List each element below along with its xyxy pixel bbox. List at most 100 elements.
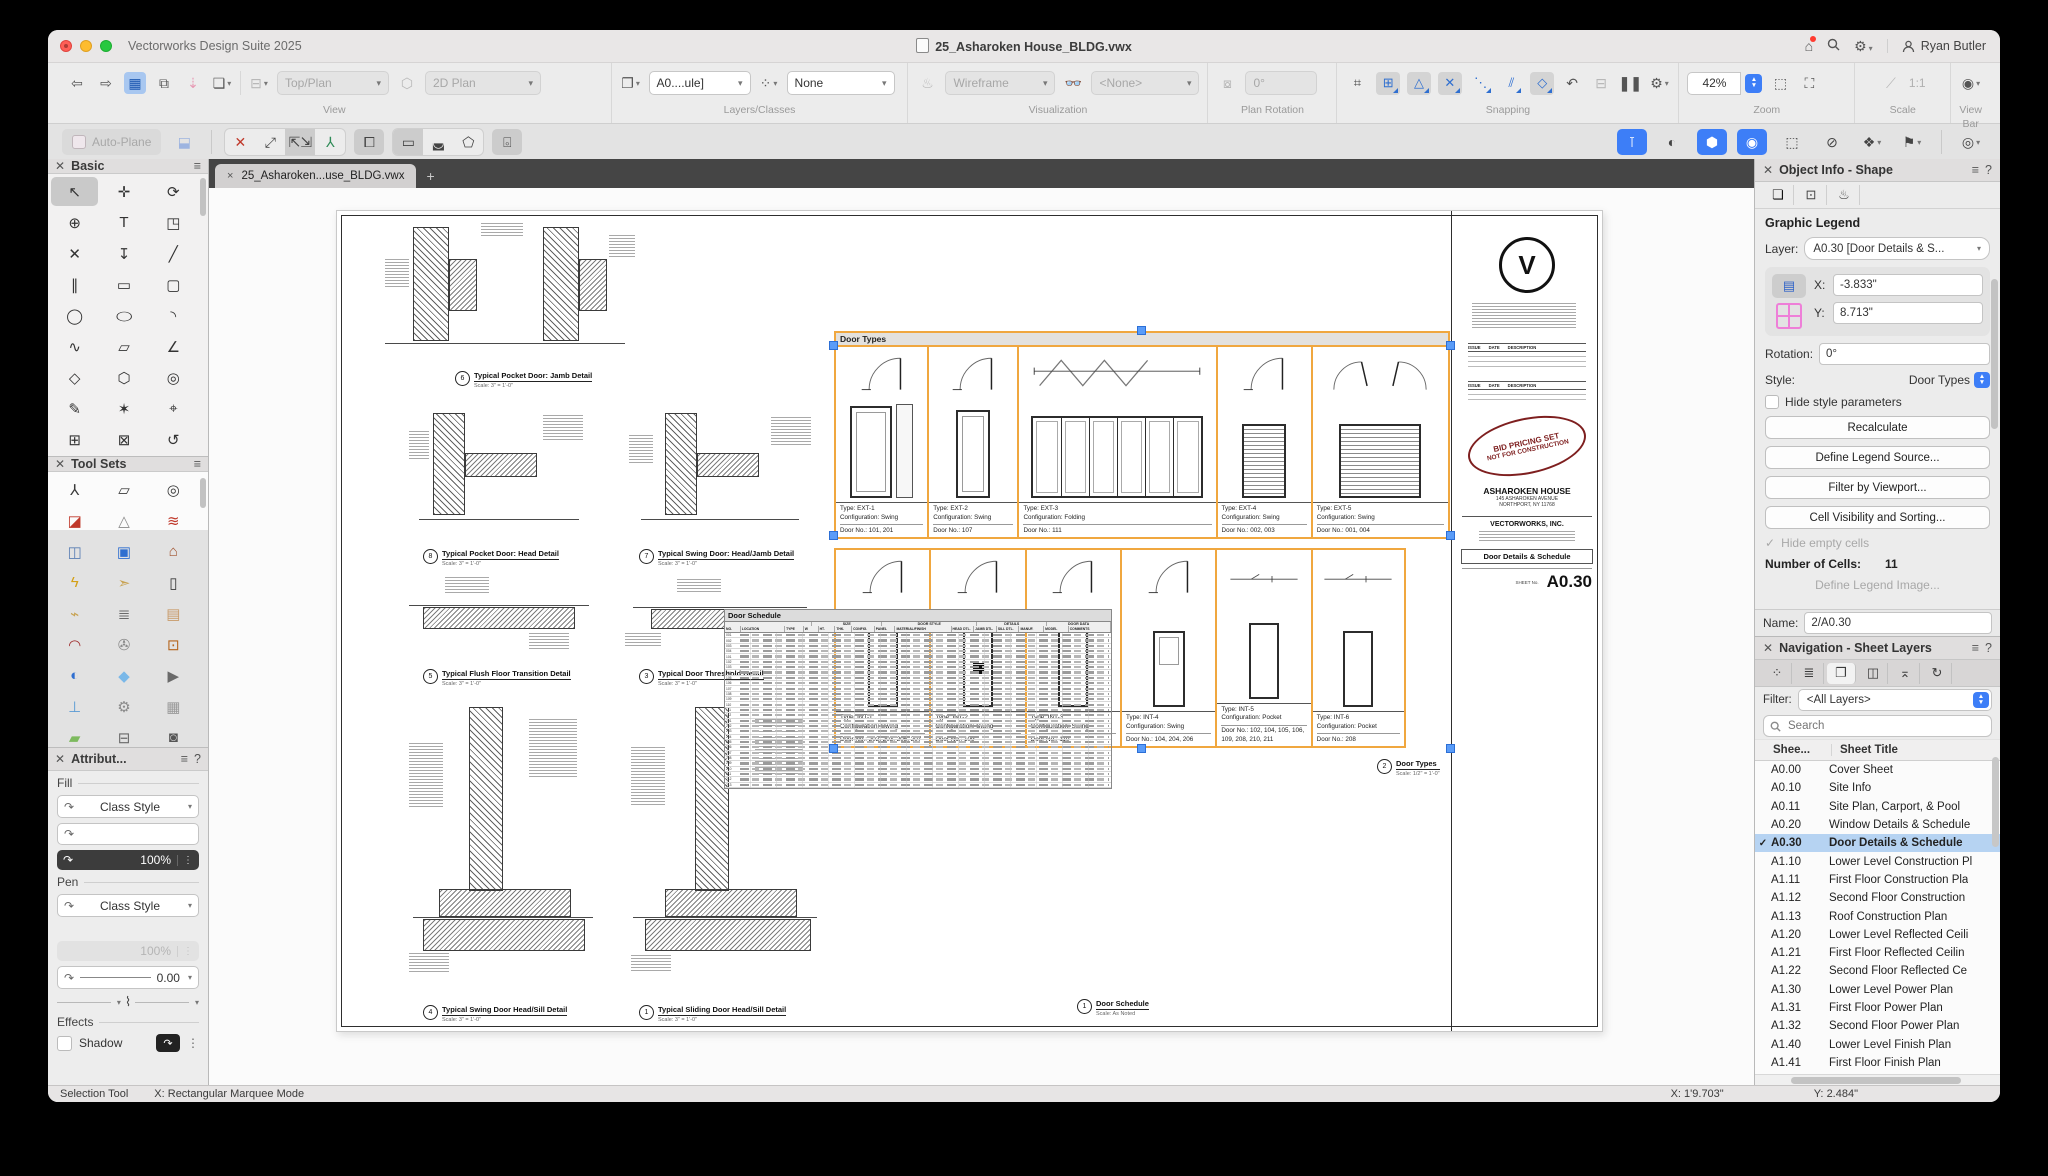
polygon-tool[interactable]: ▱ — [100, 332, 147, 361]
close-window-button[interactable] — [60, 40, 72, 52]
sheet-row-A0.00[interactable]: A0.00Cover Sheet — [1755, 761, 2000, 779]
truss-beam-tool[interactable]: ≣ — [100, 599, 147, 628]
search-icon[interactable] — [1827, 38, 1840, 54]
selection-handle[interactable] — [1446, 531, 1455, 540]
rotate-tool[interactable]: ↺ — [150, 425, 197, 454]
fit-page-icon[interactable]: ⛶ — [1798, 72, 1820, 94]
link-icon[interactable]: ⌇ — [125, 994, 131, 1010]
sheet-row-A0.20[interactable]: A0.20Window Details & Schedule — [1755, 816, 2000, 834]
sheet-layers-nav-icon[interactable]: ❐ — [1827, 663, 1856, 684]
panel-layout-tool[interactable]: ⊟ — [100, 723, 147, 748]
attribute-wand-tool[interactable]: ✶ — [100, 394, 147, 423]
water-drop-tool[interactable]: ◆ — [100, 661, 147, 690]
curve-icon[interactable]: ↶ — [1561, 72, 1583, 94]
ruler-tool[interactable]: ▤ — [150, 599, 197, 628]
grid-snap-icon[interactable]: ⌗ — [1345, 72, 1369, 95]
saved-views-nav-icon[interactable]: ⌅ — [1891, 663, 1920, 684]
snap-to-geometry-icon[interactable]: ◇ — [1530, 72, 1554, 95]
fill-color-swatch[interactable]: ↷ — [57, 823, 199, 845]
line-weight-dropdown[interactable]: ↷0.00▾ — [57, 966, 199, 989]
filter-dropdown[interactable]: <All Layers> ▲▼ — [1798, 689, 1992, 711]
sheet-row-A0.11[interactable]: A0.11Site Plan, Carport, & Pool — [1755, 798, 2000, 816]
selection-handle[interactable] — [1446, 341, 1455, 350]
projection-dropdown[interactable]: 2D Plan▾ — [425, 71, 541, 95]
plan-rotation-icon[interactable]: ⧇ — [1216, 72, 1238, 94]
object-name-field[interactable]: 2/A0.30 — [1804, 612, 1992, 634]
pause-snapping-icon[interactable]: ❚❚ — [1619, 72, 1641, 94]
unified-view-icon[interactable]: ⬢ — [1697, 129, 1727, 155]
pan-tool[interactable]: ✛ — [100, 177, 147, 206]
shape-pane-tool[interactable]: ◇ — [51, 363, 98, 392]
eyedropper-tool[interactable]: ✎ — [51, 394, 98, 423]
filter-by-viewport-button[interactable]: Filter by Viewport... — [1765, 476, 1990, 499]
fill-opacity-control[interactable]: ↷100%⋮ — [57, 850, 199, 870]
split-view-icon[interactable]: ⊟ — [1590, 72, 1612, 94]
recalculate-button[interactable]: Recalculate — [1765, 416, 1990, 439]
3d-axis-mode-icon[interactable]: ⅄ — [315, 129, 345, 155]
define-legend-image-button[interactable]: Define Legend Image... — [1765, 578, 1990, 592]
saved-views-icon[interactable]: ▦ — [124, 72, 146, 94]
globe-tool[interactable]: ◐ — [51, 661, 98, 690]
massing-model-tool[interactable]: ◪ — [51, 506, 98, 535]
selection-handle[interactable] — [1137, 326, 1146, 335]
line-tool[interactable]: ╱ — [150, 239, 197, 268]
sheet-row-A0.30[interactable]: ✓A0.30Door Details & Schedule — [1755, 834, 2000, 852]
shape-tab[interactable]: ❏ — [1763, 185, 1794, 205]
publish-icon[interactable]: ⇣ — [182, 72, 204, 94]
door-tool[interactable]: ▯ — [150, 568, 197, 597]
sheet-row-A1.30[interactable]: A1.30Lower Level Power Plan — [1755, 981, 2000, 999]
auto-plane-toggle[interactable]: Auto-Plane — [62, 129, 161, 155]
detail-viewport-tool[interactable]: ◎ — [150, 475, 197, 504]
close-navigation-icon[interactable]: ✕ — [1763, 641, 1773, 655]
render-style-dropdown[interactable]: <None>▾ — [1091, 71, 1199, 95]
attributes-help-icon[interactable]: ? — [194, 752, 201, 766]
active-layer-dropdown[interactable]: A0....ule]▾ — [649, 71, 751, 95]
snap-to-angle-icon[interactable]: △ — [1407, 72, 1431, 95]
shadow-style-button[interactable]: ↷ — [156, 1034, 180, 1052]
new-tab-button[interactable]: + — [426, 168, 434, 184]
unrestricted-scaling-icon[interactable]: ⇱⇲ — [285, 129, 315, 155]
text-tool[interactable]: T — [100, 208, 147, 237]
sheet-row-A1.22[interactable]: A1.22Second Floor Reflected Ce — [1755, 962, 2000, 980]
rectangular-marquee-icon[interactable]: ▭ — [393, 129, 423, 155]
sheet-row-A1.31[interactable]: A1.31First Floor Power Plan — [1755, 999, 2000, 1017]
smart-points-icon[interactable]: ⋱ — [1469, 72, 1493, 95]
sheet-number-column-header[interactable]: Shee... — [1755, 744, 1832, 756]
barn-house-tool[interactable]: ⌂ — [150, 537, 197, 566]
screw-hardware-tool[interactable]: ✇ — [100, 630, 147, 659]
sheet-list-vscrollbar[interactable] — [1992, 757, 1999, 847]
hand-positioner-tool[interactable]: ➣ — [100, 568, 147, 597]
cell-visibility-button[interactable]: Cell Visibility and Sorting... — [1765, 506, 1990, 529]
user-account[interactable]: Ryan Butler — [1887, 39, 1986, 53]
oval-tool[interactable]: ◯ — [100, 301, 147, 330]
viewports-nav-icon[interactable]: ◫ — [1859, 663, 1888, 684]
close-object-info-icon[interactable]: ✕ — [1763, 163, 1773, 177]
sheet-title-column-header[interactable]: Sheet Title — [1832, 744, 1898, 756]
projection-cube-icon[interactable]: ⬡ — [396, 72, 418, 94]
settings-gear-icon[interactable]: ⚙▾ — [1854, 38, 1873, 55]
sheet-row-A1.32[interactable]: A1.32Second Floor Power Plan — [1755, 1017, 2000, 1035]
double-line-tool[interactable]: ∥ — [51, 270, 98, 299]
sheet-row-A1.40[interactable]: A1.40Lower Level Finish Plan — [1755, 1035, 2000, 1053]
render-mode-dropdown[interactable]: Wireframe▾ — [945, 71, 1055, 95]
navigation-help-icon[interactable]: ? — [1985, 641, 1992, 655]
rounded-rectangle-tool[interactable]: ▢ — [150, 270, 197, 299]
select-similar-tool[interactable]: ⌖ — [150, 394, 197, 423]
auto-plane-checkbox[interactable] — [72, 135, 86, 149]
line-style-row[interactable]: ▾⌇▾ — [57, 994, 199, 1010]
object-info-menu-icon[interactable]: ≡ — [1972, 163, 1979, 177]
speaker-box-tool[interactable]: ⊡ — [150, 630, 197, 659]
sheet-row-A0.10[interactable]: A0.10Site Info — [1755, 779, 2000, 797]
send-to-surface-tool[interactable]: ↧ — [100, 239, 147, 268]
layer-dropdown[interactable]: A0.30 [Door Details & S...▾ — [1804, 237, 1990, 260]
sheet-row-A1.20[interactable]: A1.20Lower Level Reflected Ceili — [1755, 926, 2000, 944]
class-icon[interactable]: ⁘▾ — [758, 72, 780, 94]
close-basic-palette-icon[interactable]: ✕ — [55, 159, 65, 173]
legend-mode-icon[interactable]: ▤ — [1772, 274, 1806, 298]
sheet-search-input[interactable] — [1786, 719, 1985, 733]
hide-style-checkbox[interactable] — [1765, 395, 1779, 409]
clip-tool[interactable]: ⊞ — [51, 425, 98, 454]
render-style-icon[interactable]: 👓 — [1062, 72, 1084, 94]
site-area-tool[interactable]: ▰ — [51, 723, 98, 748]
sheet-row-A1.10[interactable]: A1.10Lower Level Construction Pl — [1755, 852, 2000, 870]
